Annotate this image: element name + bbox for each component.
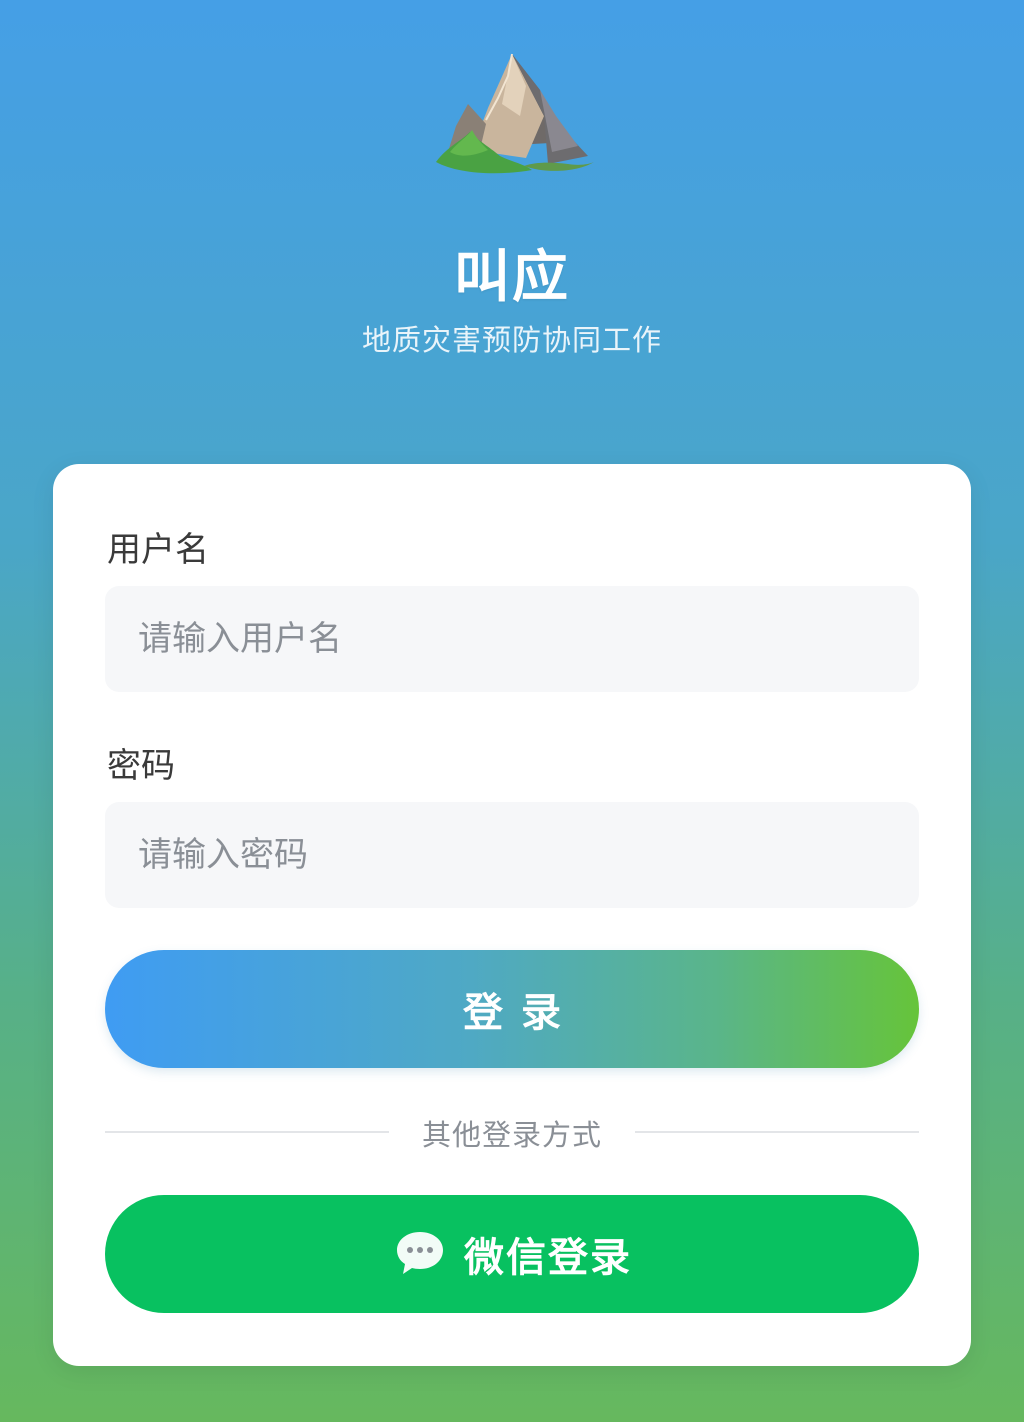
username-input[interactable] [105, 586, 919, 692]
password-label: 密码 [107, 746, 175, 786]
login-button[interactable]: 登录 [105, 950, 919, 1068]
other-login-divider: 其他登录方式 [105, 1110, 919, 1154]
other-login-text: 其他登录方式 [421, 1118, 602, 1152]
password-input[interactable] [105, 802, 919, 908]
wechat-login-button[interactable]: 微信登录 [105, 1195, 919, 1313]
app-title: 叫应 [454, 245, 570, 310]
divider-line-right [635, 1131, 919, 1133]
wechat-login-label: 微信登录 [464, 1236, 632, 1280]
username-label: 用户名 [107, 530, 209, 570]
app-subtitle: 地质灾害预防协同工作 [361, 323, 662, 357]
login-card: 用户名 密码 登录 其他登录方式 微信登录 [53, 464, 971, 1366]
wechat-chat-bubble-icon [397, 1232, 443, 1274]
login-button-label: 登录 [463, 991, 579, 1035]
mountain-icon [436, 53, 594, 174]
